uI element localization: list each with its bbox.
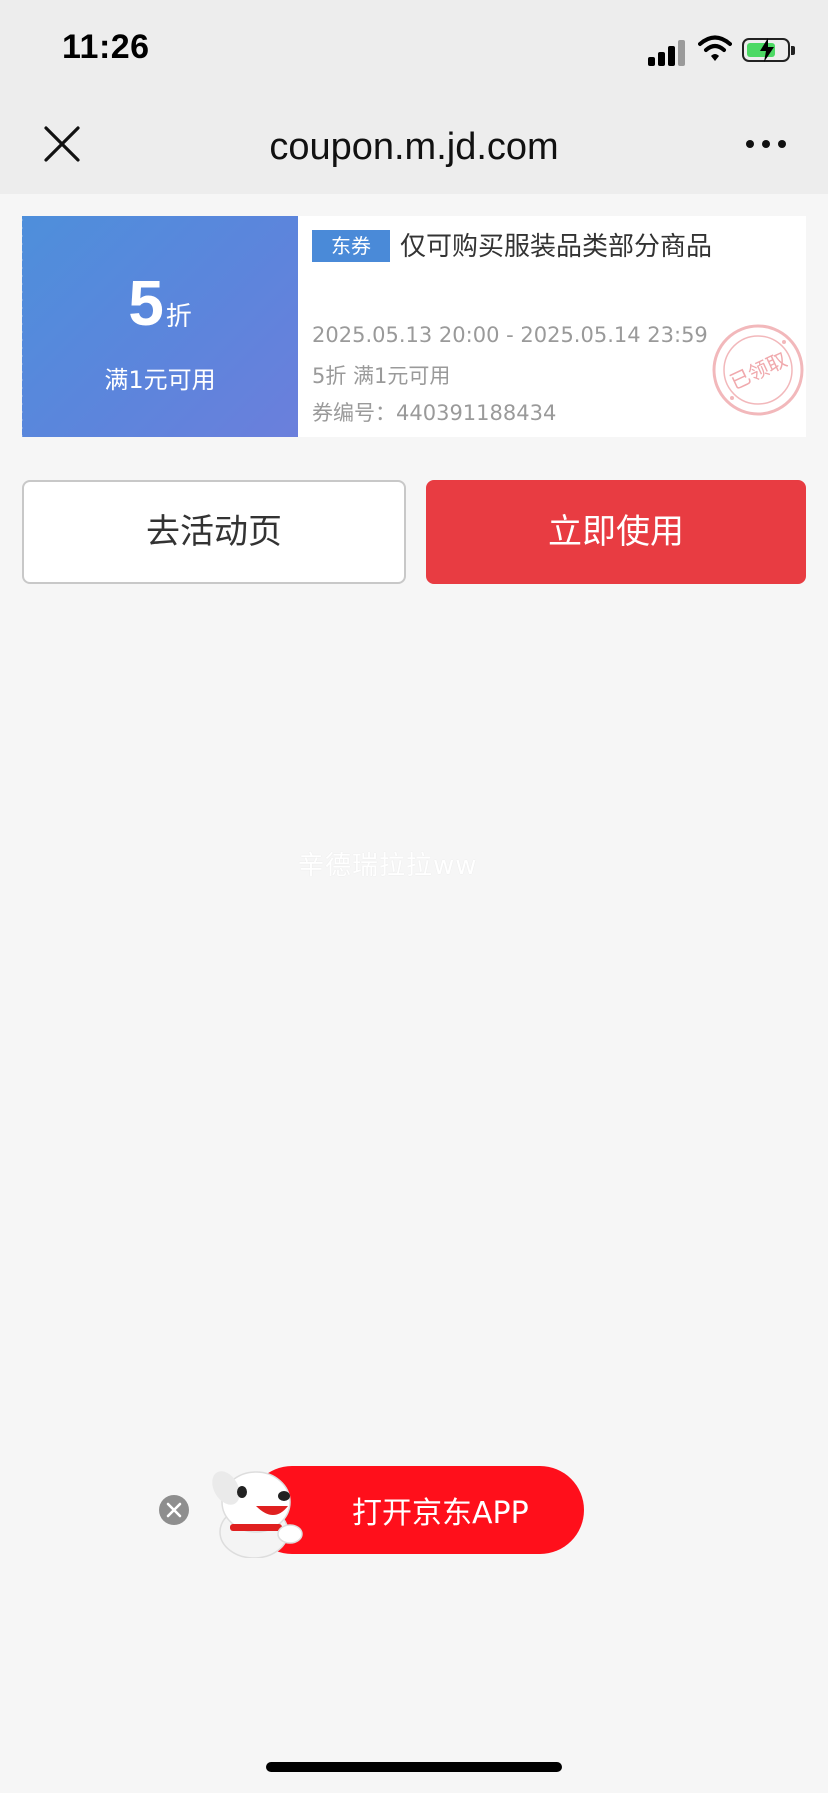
discount-unit: 折 <box>165 302 192 332</box>
coupon-title: 仅可购买服装品类部分商品 <box>400 232 713 262</box>
coupon-condition: 满1元可用 <box>104 366 216 394</box>
page-url-title: coupon.m.jd.com <box>269 126 559 168</box>
watermark-text: 辛德瑞拉拉ww <box>298 851 478 881</box>
stamp-label: 已领取 <box>726 347 791 394</box>
wifi-icon <box>698 35 732 61</box>
coupon-card: 5折 满1元可用 东券 仅可购买服装品类部分商品 2025.05.13 20:0… <box>19 216 806 437</box>
close-banner-icon[interactable] <box>158 1494 190 1526</box>
browser-nav-bar: coupon.m.jd.com <box>0 100 828 194</box>
discount-value: 5 <box>128 267 164 339</box>
more-options-icon[interactable] <box>744 132 788 156</box>
coupon-discount: 5折 <box>22 268 298 338</box>
claimed-stamp-icon: 已领取 <box>712 324 804 416</box>
coupon-code: 券编号：440391188434 <box>312 401 557 425</box>
jd-dog-mascot-icon <box>212 1471 303 1558</box>
coupon-type-tag: 东券 <box>312 230 390 262</box>
use-now-button[interactable]: 立即使用 <box>426 480 806 584</box>
open-app-banner: 打开京东APP <box>158 1462 584 1558</box>
coupon-validity: 2025.05.13 20:00 - 2025.05.14 23:59 <box>312 323 708 347</box>
charging-bolt-icon <box>760 38 774 62</box>
open-app-label: 打开京东APP <box>352 1496 529 1531</box>
go-activity-page-button[interactable]: 去活动页 <box>22 480 406 584</box>
coupon-description: 5折 满1元可用 <box>312 364 451 388</box>
coupon-details: 东券 仅可购买服装品类部分商品 2025.05.13 20:00 - 2025.… <box>310 216 806 437</box>
coupon-discount-panel: 5折 满1元可用 <box>19 216 298 437</box>
status-bar: 11:26 <box>0 0 828 100</box>
status-time: 11:26 <box>62 28 150 66</box>
home-indicator[interactable] <box>266 1762 562 1772</box>
battery-icon <box>742 38 795 62</box>
cellular-signal-icon <box>648 38 688 66</box>
